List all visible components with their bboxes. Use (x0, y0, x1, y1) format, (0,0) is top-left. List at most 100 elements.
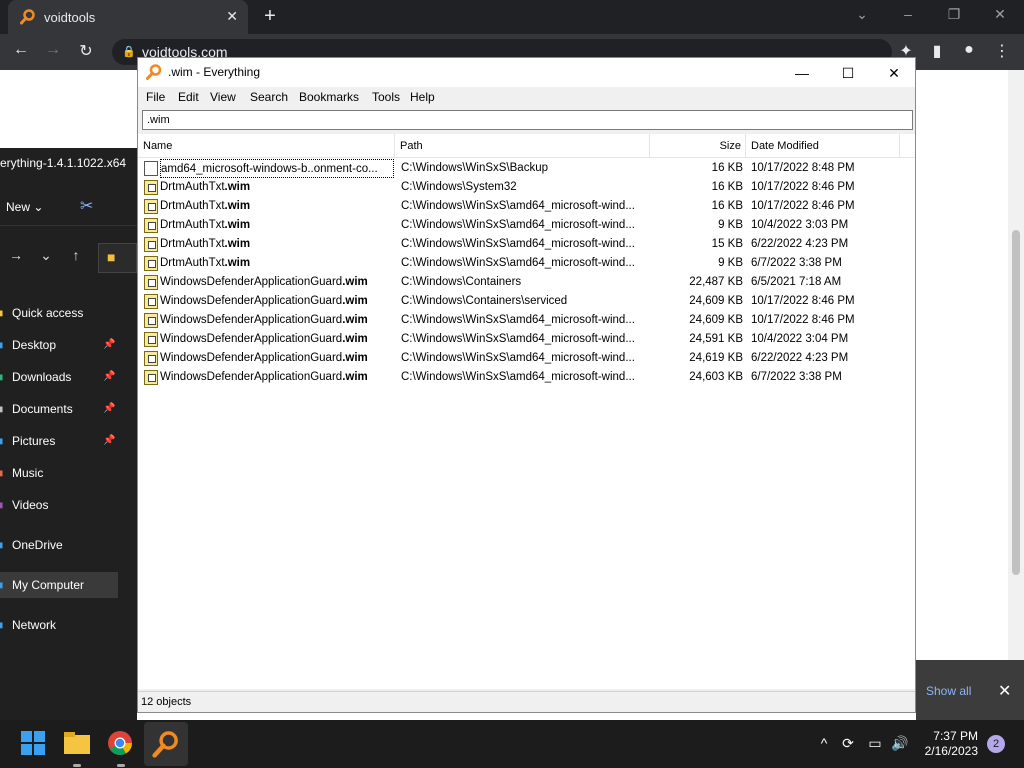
wim-file-icon (144, 313, 158, 328)
side-panel-icon[interactable]: ▮ (926, 41, 948, 61)
desktop-icon: ■ (0, 332, 3, 358)
back-icon[interactable]: ← (10, 41, 32, 59)
result-row[interactable]: WindowsDefenderApplicationGuard.wim C:\Wi… (138, 349, 915, 368)
menu-edit[interactable]: Edit (178, 90, 199, 104)
result-size: 22,487 KB (689, 276, 743, 288)
nav-item[interactable]: ■ OneDrive (0, 532, 120, 558)
folder-icon: ■ (107, 249, 116, 265)
nav-item[interactable]: ■ Quick access (0, 300, 120, 326)
forward-icon[interactable]: → (42, 41, 64, 59)
menu-view[interactable]: View (210, 90, 236, 104)
display-icon[interactable]: ▭ (866, 735, 884, 752)
result-row[interactable]: WindowsDefenderApplicationGuard.wim C:\Wi… (138, 368, 915, 387)
menu-search[interactable]: Search (250, 90, 288, 104)
result-size: 24,619 KB (689, 352, 743, 364)
result-name: DrtmAuthTxt.wim (160, 216, 394, 235)
result-row[interactable]: DrtmAuthTxt.wim C:\Windows\WinSxS\amd64_m… (138, 197, 915, 216)
maximize-button[interactable]: ☐ (825, 62, 871, 84)
column-header: Name Path Size Date Modified (138, 134, 915, 158)
nav-item[interactable]: ■ My Computer (0, 572, 118, 598)
result-row[interactable]: WindowsDefenderApplicationGuard.wim C:\Wi… (138, 273, 915, 292)
notification-badge[interactable]: 2 (987, 735, 1005, 753)
name-highlight: .wim (224, 200, 251, 212)
result-path: C:\Windows\WinSxS\amd64_microsoft-wind..… (401, 200, 635, 212)
name-highlight: .wim (342, 371, 368, 383)
close-button[interactable]: ✕ (871, 62, 917, 84)
menu-bar: File Edit View Search Bookmarks Tools Help (138, 87, 915, 109)
more-menu-icon[interactable]: ⋮ (991, 41, 1013, 61)
nav-item[interactable]: ■ Pictures 📌 (0, 428, 120, 454)
wim-file-icon (144, 256, 158, 271)
nav-item-label: Network (12, 618, 57, 632)
wim-file-icon (144, 237, 158, 252)
nav-item[interactable]: ■ Desktop 📌 (0, 332, 120, 358)
result-size: 24,591 KB (689, 333, 743, 345)
result-date: 6/5/2021 7:18 AM (751, 276, 842, 288)
show-all-link[interactable]: Show all (926, 684, 971, 698)
up-icon[interactable]: ↑ (68, 247, 84, 263)
download-bar: Show all ✕ (916, 660, 1024, 720)
column-size[interactable]: Size (650, 134, 746, 158)
page-scrollbar[interactable] (1008, 70, 1024, 660)
result-size: 15 KB (711, 238, 743, 250)
forward-icon[interactable]: → (8, 247, 24, 263)
search-input[interactable]: .wim (142, 110, 913, 130)
result-date: 10/17/2022 8:46 PM (751, 314, 855, 326)
nav-item[interactable]: ■ Music (0, 460, 120, 486)
nav-item[interactable]: ■ Network (0, 612, 120, 638)
minimize-button[interactable]: — (779, 62, 825, 84)
nav-item[interactable]: ■ Documents 📌 (0, 396, 120, 422)
result-row[interactable]: DrtmAuthTxt.wim C:\Windows\WinSxS\amd64_m… (138, 235, 915, 254)
scrollbar-thumb[interactable] (1012, 230, 1020, 575)
result-row[interactable]: DrtmAuthTxt.wim C:\Windows\WinSxS\amd64_m… (138, 254, 915, 273)
result-row[interactable]: WindowsDefenderApplicationGuard.wim C:\Wi… (138, 330, 915, 349)
nav-item[interactable]: ■ Videos (0, 492, 120, 518)
chrome-tab[interactable]: voidtools ✕ (8, 0, 248, 34)
name-highlight: .wim (342, 314, 368, 326)
result-date: 10/4/2022 3:03 PM (751, 219, 849, 231)
close-download-bar-icon[interactable]: ✕ (998, 681, 1011, 701)
result-name: WindowsDefenderApplicationGuard.wim (160, 349, 394, 368)
menu-help[interactable]: Help (410, 90, 435, 104)
result-row[interactable]: DrtmAuthTxt.wim C:\Windows\WinSxS\amd64_m… (138, 216, 915, 235)
everything-logo-icon (152, 731, 178, 758)
show-hidden-icons-icon[interactable]: ^ (815, 735, 833, 751)
running-indicator (117, 764, 125, 767)
everything-logo-icon (146, 64, 162, 80)
tab-search-icon[interactable]: ⌄ (852, 6, 872, 23)
profile-icon[interactable]: ● (958, 41, 980, 59)
restore-icon[interactable]: ❐ (944, 6, 964, 23)
reload-icon[interactable]: ↻ (75, 41, 97, 61)
menu-file[interactable]: File (146, 90, 165, 104)
column-name[interactable]: Name (138, 134, 395, 158)
column-date-modified[interactable]: Date Modified (746, 134, 900, 158)
documents-icon: ■ (0, 396, 3, 422)
chrome-taskbar-button[interactable] (107, 730, 135, 767)
result-row[interactable]: amd64_microsoft-windows-b..onment-co... C… (138, 159, 915, 178)
close-tab-icon[interactable]: ✕ (226, 8, 238, 25)
result-name: amd64_microsoft-windows-b..onment-co... (160, 159, 394, 178)
name-base: WindowsDefenderApplicationGuard (160, 314, 343, 326)
volume-icon[interactable]: 🔊 (891, 735, 909, 752)
column-path[interactable]: Path (395, 134, 650, 158)
result-row[interactable]: WindowsDefenderApplicationGuard.wim C:\Wi… (138, 292, 915, 311)
recent-locations-icon[interactable]: ⌄ (38, 247, 54, 264)
close-window-icon[interactable]: ✕ (990, 6, 1010, 23)
everything-taskbar-button[interactable] (144, 722, 188, 766)
new-tab-button[interactable]: + (260, 5, 280, 28)
menu-tools[interactable]: Tools (372, 90, 400, 104)
clock[interactable]: 7:37 PM 2/16/2023 (918, 729, 978, 759)
nav-item[interactable]: ■ Downloads 📌 (0, 364, 120, 390)
file-explorer-taskbar-button[interactable] (63, 730, 91, 767)
start-button[interactable] (20, 730, 48, 758)
menu-bookmarks[interactable]: Bookmarks (299, 90, 359, 104)
result-date: 6/7/2022 3:38 PM (751, 257, 842, 269)
minimize-icon[interactable]: – (898, 6, 918, 22)
sync-icon[interactable]: ⟳ (839, 735, 857, 752)
address-breadcrumb[interactable]: ■ (98, 243, 137, 273)
new-button[interactable]: New ⌄ (6, 200, 43, 214)
result-row[interactable]: DrtmAuthTxt.wim C:\Windows\System32 16 KB 1… (138, 178, 915, 197)
result-row[interactable]: WindowsDefenderApplicationGuard.wim C:\Wi… (138, 311, 915, 330)
cut-icon[interactable]: ✂ (80, 196, 93, 216)
lock-icon: 🔒 (122, 46, 136, 58)
